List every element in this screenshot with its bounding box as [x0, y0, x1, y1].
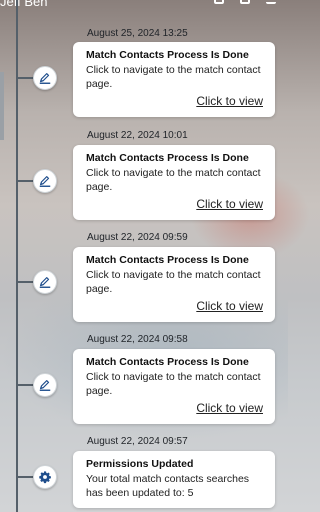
notification-date: August 22, 2024 09:58	[87, 334, 188, 345]
menu-icon[interactable]	[266, 0, 276, 4]
notification-body: Your total match contacts searches has b…	[86, 473, 250, 499]
notification-body: Click to navigate to the match contact p…	[86, 64, 261, 90]
notification-node	[33, 465, 57, 489]
notification-date: August 22, 2024 09:59	[87, 232, 188, 243]
notification-card[interactable]: Match Contacts Process Is Done Click to …	[73, 349, 275, 424]
timeline-connector	[17, 476, 33, 478]
notification-node	[33, 169, 57, 193]
notification-body: Click to navigate to the match contact p…	[86, 371, 261, 397]
notification-date: August 22, 2024 09:57	[87, 436, 188, 447]
notification-card[interactable]: Permissions Updated Your total match con…	[73, 451, 275, 508]
notification-title: Match Contacts Process Is Done	[86, 152, 249, 164]
timeline-connector	[17, 77, 33, 79]
user-name: Jeff Ben	[0, 0, 48, 9]
notification-title: Match Contacts Process Is Done	[86, 49, 249, 61]
notification-title: Match Contacts Process Is Done	[86, 356, 249, 368]
notification-node	[33, 66, 57, 90]
timeline-connector	[17, 180, 33, 182]
notification-date: August 22, 2024 10:01	[87, 130, 188, 141]
click-to-view-link[interactable]: Click to view	[86, 401, 263, 416]
notification-card[interactable]: Match Contacts Process Is Done Click to …	[73, 145, 275, 220]
click-to-view-link[interactable]: Click to view	[86, 299, 263, 314]
top-bar: Jeff Ben	[0, 0, 288, 14]
edit-document-icon	[39, 277, 51, 288]
notification-body: Click to navigate to the match contact p…	[86, 269, 261, 295]
notification-title: Permissions Updated	[86, 458, 194, 470]
notification-node	[33, 373, 57, 397]
edit-document-icon	[39, 73, 51, 84]
click-to-view-link[interactable]: Click to view	[86, 94, 263, 109]
gear-icon	[39, 471, 51, 484]
notification-card[interactable]: Match Contacts Process Is Done Click to …	[73, 42, 275, 117]
click-to-view-link[interactable]: Click to view	[86, 197, 263, 212]
notification-title: Match Contacts Process Is Done	[86, 254, 249, 266]
edit-document-icon	[39, 380, 51, 391]
notification-body: Click to navigate to the match contact p…	[86, 167, 261, 193]
edit-document-icon	[39, 176, 51, 187]
notification-date: August 25, 2024 13:25	[87, 28, 188, 39]
header-icon[interactable]	[240, 0, 250, 4]
timeline-connector	[17, 281, 33, 283]
notification-card[interactable]: Match Contacts Process Is Done Click to …	[73, 247, 275, 322]
timeline-connector	[17, 384, 33, 386]
notification-node	[33, 270, 57, 294]
side-scroll-tab[interactable]	[0, 72, 4, 140]
header-icon[interactable]	[214, 0, 224, 4]
